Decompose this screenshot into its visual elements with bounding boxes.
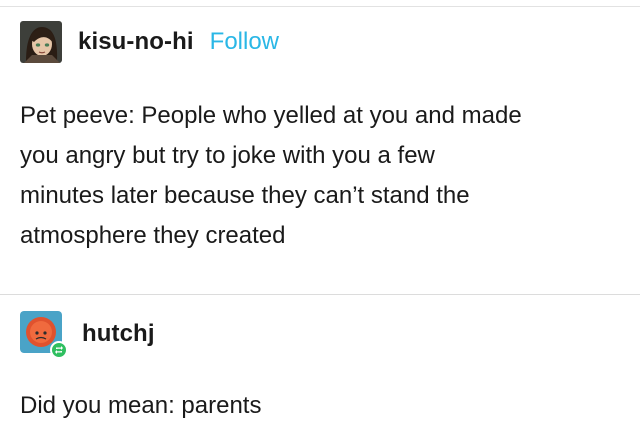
tumblr-post-screenshot: kisu-no-hi Follow Pet peeve: People who … — [0, 0, 640, 437]
username[interactable]: hutchj — [82, 320, 155, 348]
follow-button[interactable]: Follow — [210, 28, 279, 56]
reply-avatar[interactable] — [20, 311, 68, 359]
anime-girl-avatar-icon — [20, 21, 62, 63]
reply-header: hutchj — [20, 311, 155, 359]
reply-text: Did you mean: parents — [20, 392, 262, 419]
reblog-icon — [50, 341, 68, 359]
username[interactable]: kisu-no-hi — [78, 28, 194, 56]
post-text: Pet peeve: People who yelled at you and … — [20, 102, 522, 249]
reply-divider — [0, 294, 640, 295]
avatar[interactable] — [20, 21, 62, 63]
top-divider — [0, 6, 640, 7]
reblog-arrows-icon — [55, 346, 63, 354]
original-post-header: kisu-no-hi Follow — [20, 21, 279, 63]
